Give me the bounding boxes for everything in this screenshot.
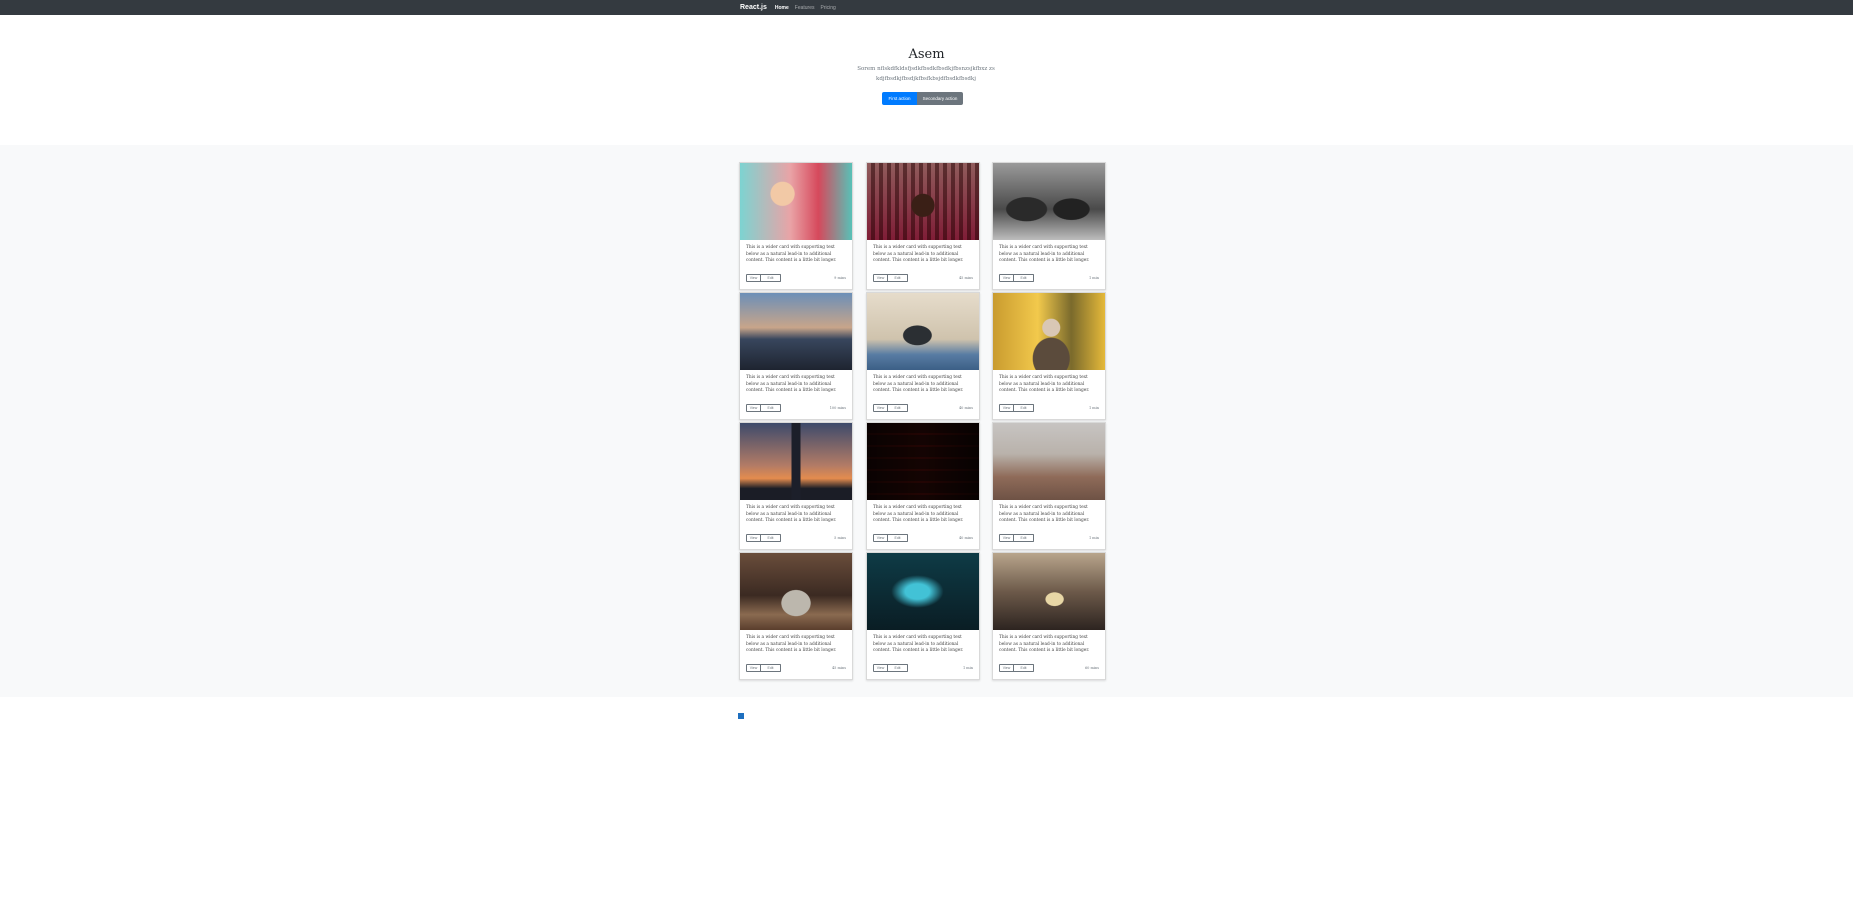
card-image [867,163,979,240]
card-actions: View Edit [746,664,781,672]
nav-link-pricing[interactable]: Pricing [821,5,836,11]
secondary-action-button[interactable]: Secondary action [917,92,963,105]
card-actions: View Edit [746,274,781,282]
card-timestamp: 1 min [1088,536,1099,540]
card-actions: View Edit [999,274,1034,282]
edit-button[interactable]: Edit [1014,664,1034,672]
card-actions: View Edit [746,404,781,412]
card-image [993,553,1105,630]
card-timestamp: 40 mins [958,406,973,410]
card-actions: View Edit [999,404,1034,412]
card-text: This is a wider card with supporting tex… [873,245,964,263]
card-timestamp: 60 mins [1084,666,1099,670]
card: This is a wider card with supporting tex… [739,422,853,550]
card-image [867,423,979,500]
card: This is a wider card with supporting tex… [866,552,980,680]
card: This is a wider card with supporting tex… [992,292,1106,420]
edit-button[interactable]: Edit [1014,404,1034,412]
card: This is a wider card with supporting tex… [866,292,980,420]
card-image [993,163,1105,240]
edit-button[interactable]: Edit [1014,274,1034,282]
card-image [867,293,979,370]
edit-button[interactable]: Edit [888,274,908,282]
hero-section: Asem Sorem nflskdfkldsfjsdkfbsdkfbsdkjfb… [0,15,1853,145]
view-button[interactable]: View [873,404,888,412]
view-button[interactable]: View [999,274,1014,282]
edit-button[interactable]: Edit [761,404,781,412]
card-actions: View Edit [873,404,908,412]
card-timestamp: 45 mins [831,666,846,670]
card-image [740,163,852,240]
view-button[interactable]: View [746,274,761,282]
card-image [993,423,1105,500]
card: This is a wider card with supporting tex… [866,162,980,290]
card: This is a wider card with supporting tex… [739,292,853,420]
navbar: React.js Home Features Pricing [0,0,1853,15]
nav-link-features[interactable]: Features [795,5,815,11]
view-button[interactable]: View [873,534,888,542]
nav-link-home[interactable]: Home [775,5,789,11]
edit-button[interactable]: Edit [761,534,781,542]
edit-button[interactable]: Edit [761,274,781,282]
card: This is a wider card with supporting tex… [739,162,853,290]
card-actions: View Edit [873,274,908,282]
view-button[interactable]: View [999,534,1014,542]
view-button[interactable]: View [746,664,761,672]
card-timestamp: 1 min [1088,406,1099,410]
card-image [740,293,852,370]
nav-inner: React.js Home Features Pricing [740,0,842,15]
edit-button[interactable]: Edit [888,664,908,672]
pagination-button[interactable] [738,713,744,719]
hero-button-group: First action Secondary action [882,92,963,105]
card-text: This is a wider card with supporting tex… [873,375,964,393]
card-timestamp: 1 min [1088,276,1099,280]
card-timestamp: 9 mins [834,276,846,280]
view-button[interactable]: View [873,274,888,282]
card-text: This is a wider card with supporting tex… [873,505,964,523]
card-text: This is a wider card with supporting tex… [746,505,837,523]
hero-lead-text: Sorem nflskdfkldsfjsdkfbsdkfbsdkjfbsnzsj… [857,66,995,82]
card: This is a wider card with supporting tex… [866,422,980,550]
card-text: This is a wider card with supporting tex… [999,635,1090,653]
card-text: This is a wider card with supporting tex… [746,635,837,653]
card-text: This is a wider card with supporting tex… [999,245,1090,263]
card-image [993,293,1105,370]
card-text: This is a wider card with supporting tex… [999,505,1090,523]
edit-button[interactable]: Edit [761,664,781,672]
card: This is a wider card with supporting tex… [739,552,853,680]
card-text: This is a wider card with supporting tex… [746,375,837,393]
card-timestamp: 5 mins [834,536,846,540]
card: This is a wider card with supporting tex… [992,422,1106,550]
hero-title: Asem [908,47,945,62]
album-section: This is a wider card with supporting tex… [0,145,1853,697]
edit-button[interactable]: Edit [1014,534,1034,542]
card: This is a wider card with supporting tex… [992,552,1106,680]
card-actions: View Edit [873,534,908,542]
card-text: This is a wider card with supporting tex… [746,245,837,263]
card-actions: View Edit [873,664,908,672]
card-text: This is a wider card with supporting tex… [873,635,964,653]
view-button[interactable]: View [746,534,761,542]
edit-button[interactable]: Edit [888,404,908,412]
card-timestamp: 100 mins [829,406,846,410]
brand-logo[interactable]: React.js [740,4,767,11]
view-button[interactable]: View [873,664,888,672]
card-text: This is a wider card with supporting tex… [999,375,1090,393]
card-actions: View Edit [999,534,1034,542]
view-button[interactable]: View [746,404,761,412]
edit-button[interactable]: Edit [888,534,908,542]
card-image [740,553,852,630]
card-actions: View Edit [999,664,1034,672]
card: This is a wider card with supporting tex… [992,162,1106,290]
view-button[interactable]: View [999,664,1014,672]
card-timestamp: 40 mins [958,536,973,540]
card-actions: View Edit [746,534,781,542]
card-timestamp: 45 mins [958,276,973,280]
card-image [867,553,979,630]
view-button[interactable]: View [999,404,1014,412]
first-action-button[interactable]: First action [882,92,917,105]
card-image [740,423,852,500]
card-timestamp: 1 min [962,666,973,670]
